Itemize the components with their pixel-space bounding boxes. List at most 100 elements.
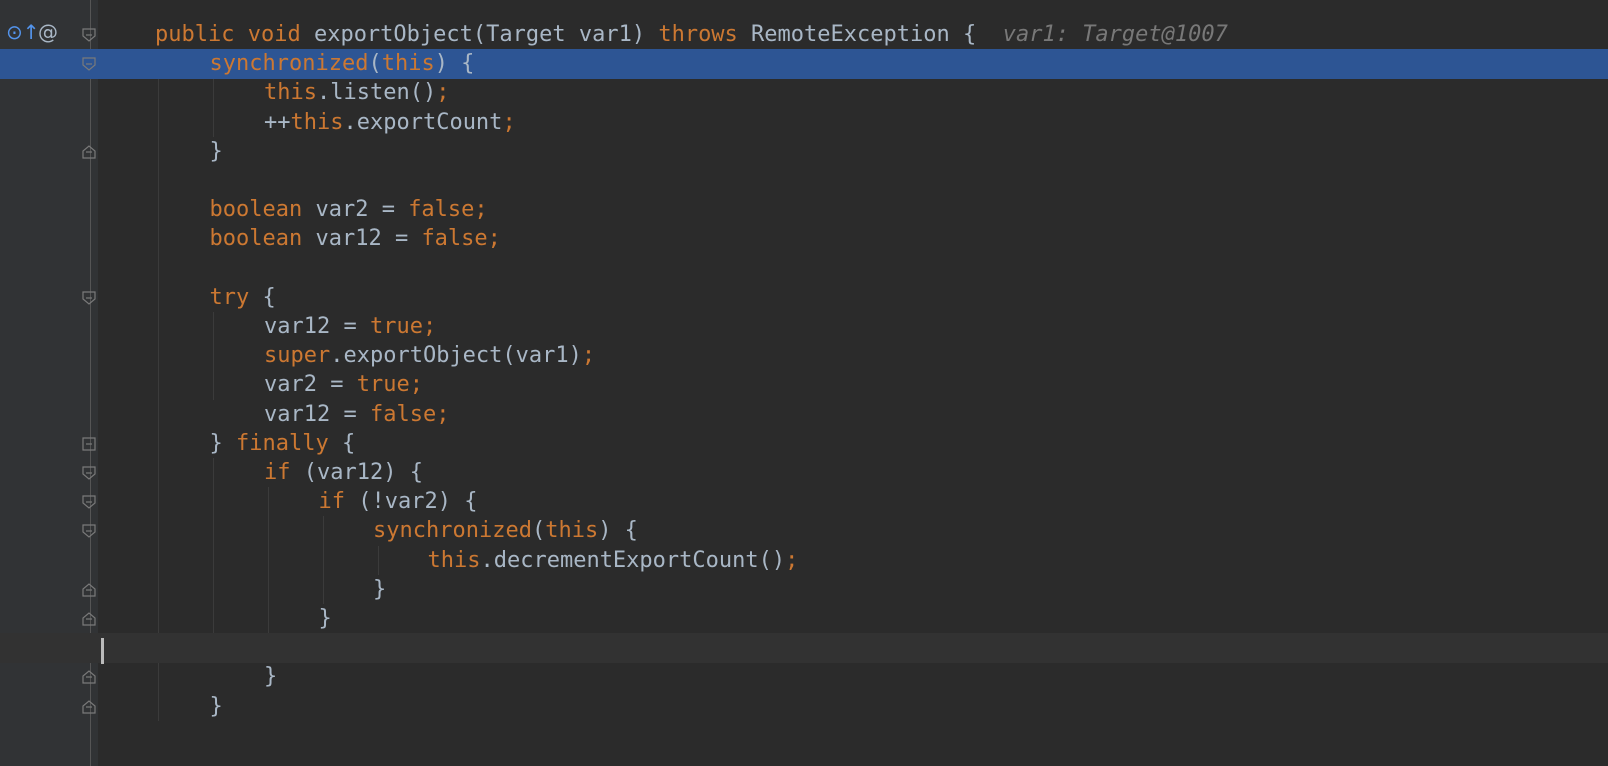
code-line-text: } <box>319 604 332 634</box>
code-token: this <box>290 109 344 135</box>
code-token: this <box>427 547 481 573</box>
code-line[interactable]: super.exportObject(var1); <box>0 341 1608 371</box>
code-token: false <box>421 226 488 252</box>
code-line[interactable] <box>0 633 1608 664</box>
code-token: ; <box>487 226 501 252</box>
code-line-text: if (!var2) { <box>319 487 478 517</box>
code-token: } <box>209 138 223 164</box>
code-token: this <box>264 80 317 106</box>
code-line[interactable]: public void exportObject(Target var1) th… <box>0 20 1608 50</box>
code-editor[interactable]: ⊙↑ @ public void exportObject(Target var… <box>0 0 1608 766</box>
code-token: true <box>356 372 410 398</box>
fold-toggle-icon[interactable] <box>82 291 96 305</box>
code-token: RemoteException { <box>751 22 1003 47</box>
code-line[interactable]: this.decrementExportCount(); <box>0 546 1608 576</box>
code-line-text: } <box>210 137 223 167</box>
code-token: } <box>373 576 387 602</box>
code-token: void <box>247 22 314 47</box>
code-line[interactable]: if (!var2) { <box>0 487 1608 517</box>
code-line-text: } <box>264 662 277 692</box>
code-line[interactable]: var12 = false; <box>0 400 1608 430</box>
fold-toggle-icon[interactable] <box>82 466 96 480</box>
code-line[interactable]: } <box>0 662 1608 692</box>
code-line-text: var2 = true; <box>264 370 423 400</box>
code-token: true <box>369 314 423 339</box>
code-token: (var12) { <box>303 460 423 485</box>
fold-toggle-icon[interactable] <box>82 57 96 71</box>
code-line[interactable]: boolean var12 = false; <box>0 224 1608 254</box>
execution-point-line[interactable]: synchronized(this) { <box>0 49 1608 80</box>
code-token: ; <box>422 314 437 339</box>
code-token: boolean <box>209 197 316 223</box>
code-line-text: } <box>210 692 223 722</box>
code-line-text: this.decrementExportCount(); <box>428 546 799 576</box>
code-token: var12 = <box>315 226 422 252</box>
code-token: if <box>318 489 359 515</box>
code-token: var2 = <box>315 197 409 223</box>
fold-toggle-icon[interactable] <box>82 145 96 159</box>
code-token: ; <box>409 372 423 398</box>
fold-toggle-icon[interactable] <box>82 583 96 597</box>
code-token: synchronized <box>373 518 532 544</box>
code-line[interactable]: var12 = true; <box>0 312 1608 342</box>
code-line[interactable] <box>0 166 1608 196</box>
code-line-text: public void exportObject(Target var1) th… <box>155 20 1228 50</box>
code-token: .exportCount <box>343 109 503 135</box>
fold-toggle-icon[interactable] <box>82 437 96 451</box>
code-line[interactable]: if (var12) { <box>0 458 1608 488</box>
code-token: ; <box>785 547 799 573</box>
code-line[interactable]: this.listen(); <box>0 78 1608 108</box>
code-line-text: try { <box>210 283 276 313</box>
code-token: this <box>381 51 435 77</box>
code-token: finally <box>236 430 342 456</box>
code-token: try <box>209 284 263 310</box>
code-token: } <box>209 430 236 456</box>
code-token: ; <box>436 80 450 106</box>
code-token: ( <box>368 51 382 77</box>
code-line-text: if (var12) { <box>264 458 423 488</box>
code-token: ; <box>502 109 516 135</box>
code-token: var2 = <box>264 372 357 398</box>
code-line[interactable]: boolean var2 = false; <box>0 195 1608 225</box>
code-token: ; <box>436 401 450 427</box>
fold-toggle-icon[interactable] <box>82 670 96 684</box>
code-line[interactable]: } finally { <box>0 429 1608 459</box>
code-token: { <box>262 284 276 310</box>
code-line[interactable]: var2 = true; <box>0 370 1608 400</box>
code-line[interactable]: ++this.exportCount; <box>0 108 1608 138</box>
code-token: } <box>318 606 332 631</box>
fold-toggle-icon[interactable] <box>82 612 96 626</box>
code-line[interactable]: try { <box>0 283 1608 313</box>
code-line-text: } finally { <box>210 429 356 459</box>
code-token: } <box>209 693 223 719</box>
code-line-text: this.listen(); <box>264 78 449 108</box>
code-line-text: super.exportObject(var1); <box>264 341 595 371</box>
code-token: ( <box>531 518 546 544</box>
code-token: ) { <box>434 51 475 77</box>
code-line[interactable]: } <box>0 692 1608 722</box>
code-line[interactable]: } <box>0 575 1608 605</box>
code-token: super <box>264 343 331 369</box>
code-token: { <box>341 430 356 456</box>
code-token: public <box>155 22 248 47</box>
code-token: synchronized <box>209 51 369 77</box>
code-line-text: ++this.exportCount; <box>264 108 516 138</box>
code-line[interactable]: } <box>0 604 1608 634</box>
fold-toggle-icon[interactable] <box>82 28 96 42</box>
code-line[interactable] <box>0 254 1608 284</box>
fold-toggle-icon[interactable] <box>82 699 96 714</box>
code-line-text: boolean var12 = false; <box>210 224 501 254</box>
code-line[interactable]: } <box>0 137 1608 167</box>
code-token: .decrementExportCount() <box>480 547 786 573</box>
fold-toggle-icon[interactable] <box>82 524 96 539</box>
code-line-text: synchronized(this) { <box>210 49 475 79</box>
code-token: var12 = <box>264 401 370 427</box>
code-line-text: var12 = true; <box>264 312 436 342</box>
code-token: throws <box>658 22 752 47</box>
code-token: ) { <box>598 518 638 544</box>
code-line[interactable]: synchronized(this) { <box>0 516 1608 546</box>
code-line-text: boolean var2 = false; <box>210 195 488 225</box>
code-token: .listen() <box>316 80 437 106</box>
fold-toggle-icon[interactable] <box>82 495 96 509</box>
code-line-text: synchronized(this) { <box>373 516 638 546</box>
